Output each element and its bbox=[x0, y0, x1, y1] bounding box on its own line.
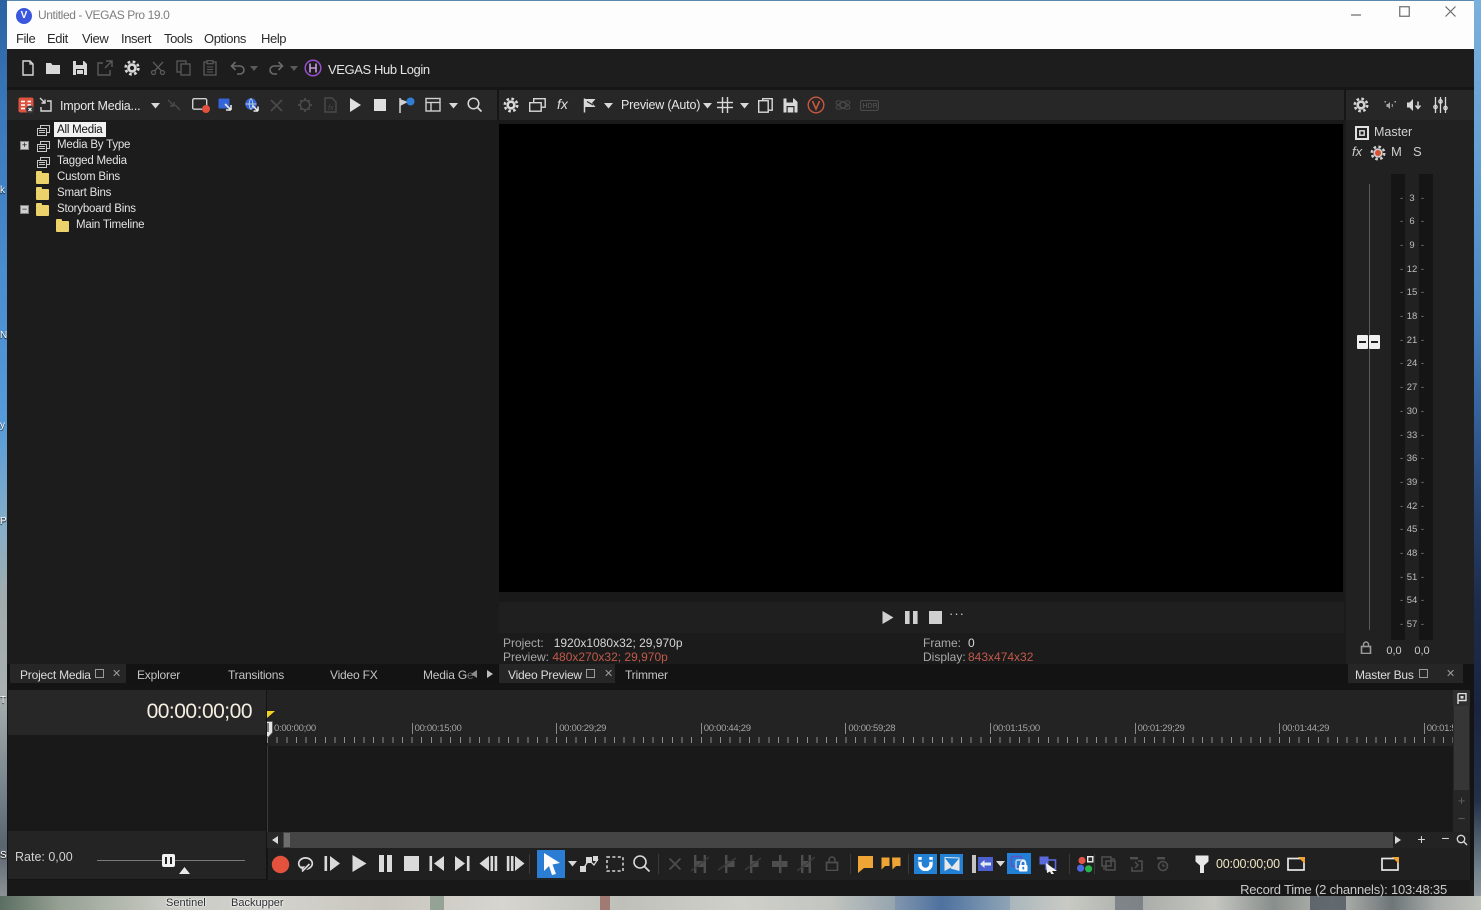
svg-text:HDR: HDR bbox=[863, 103, 878, 110]
svg-text:fx: fx bbox=[328, 105, 334, 112]
